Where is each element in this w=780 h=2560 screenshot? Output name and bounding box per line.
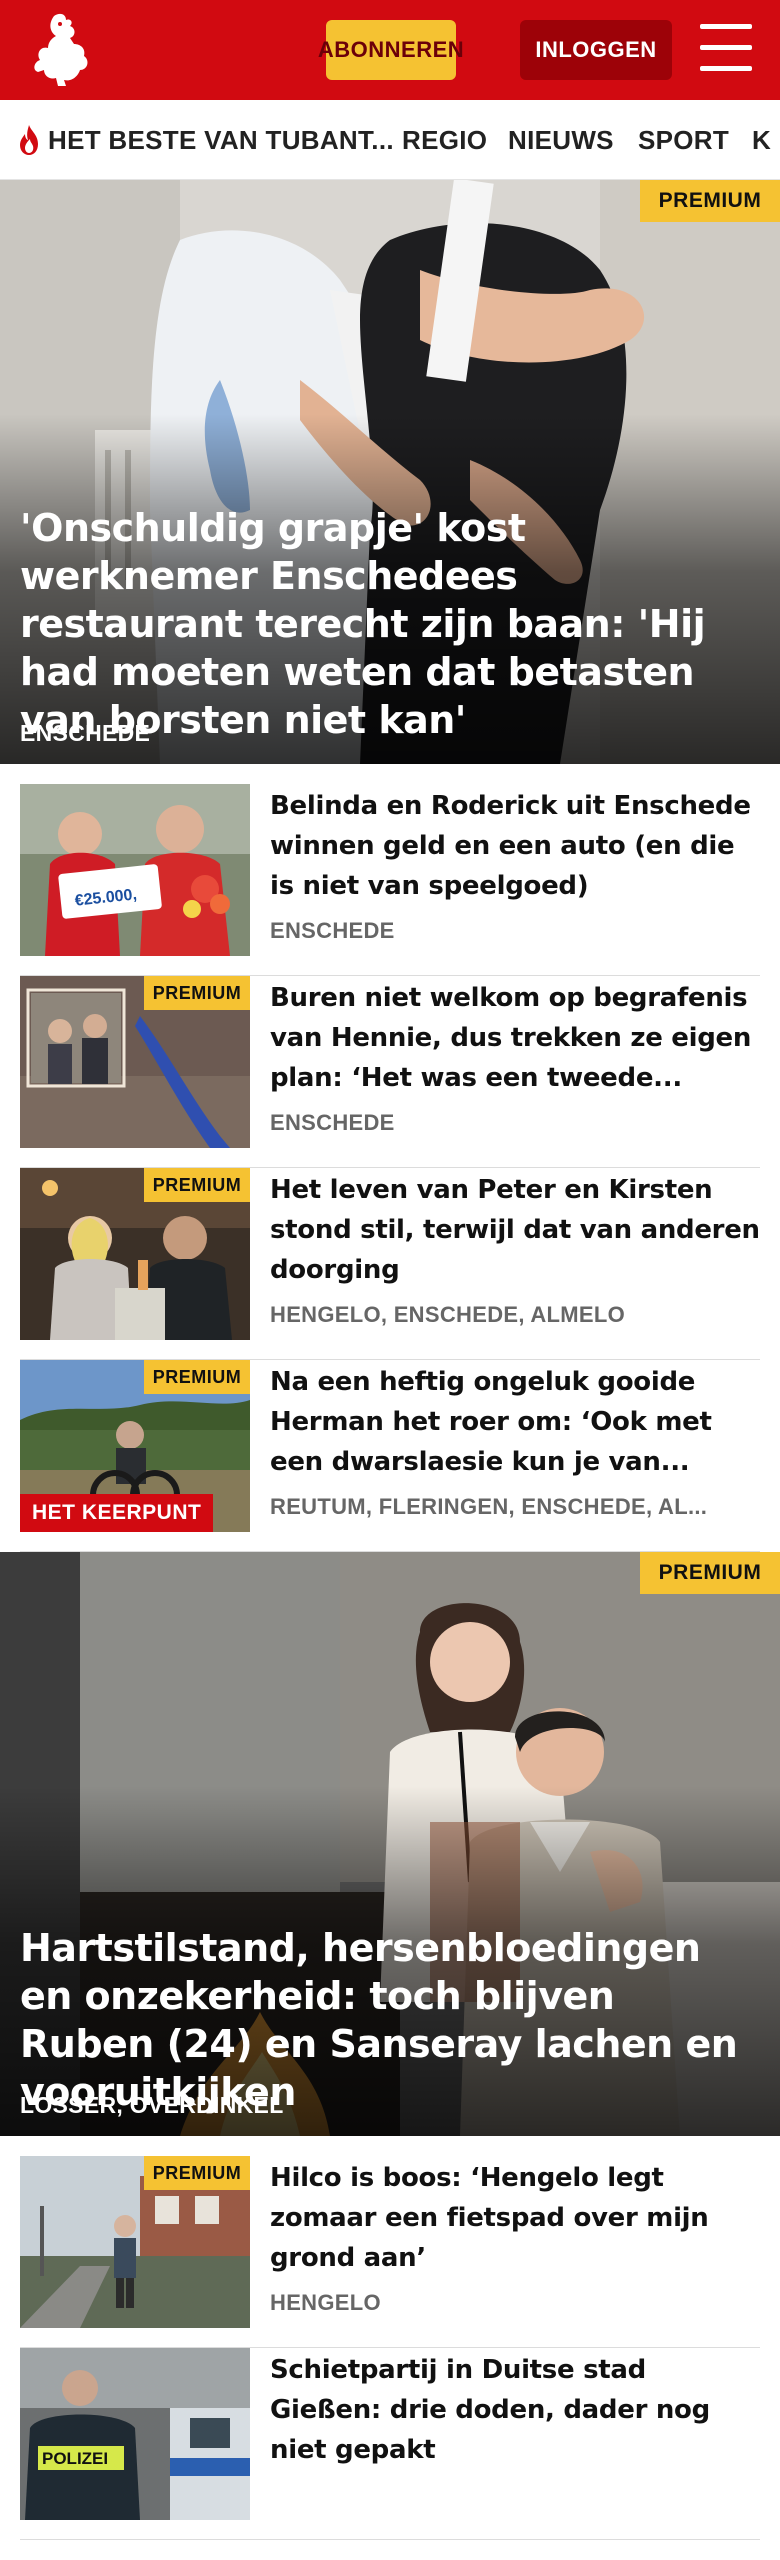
- list-item[interactable]: PREMIUM Hilco is boos: ‘Hengelo legt zom…: [20, 2156, 760, 2348]
- subscribe-button[interactable]: ABONNEREN: [318, 20, 464, 80]
- login-button[interactable]: INLOGGEN: [520, 20, 672, 80]
- article-location[interactable]: ENSCHEDE: [270, 1110, 760, 1136]
- section-nav: HET BESTE VAN TUBANT... REGIO NIEUWS SPO…: [0, 100, 780, 180]
- premium-badge: PREMIUM: [640, 1552, 780, 1594]
- nav-item-sport[interactable]: SPORT: [638, 100, 729, 179]
- premium-badge: PREMIUM: [144, 1168, 250, 1202]
- list-item[interactable]: PREMIUM Buren niet welkom op begrafenis …: [20, 976, 760, 1168]
- hamburger-menu-icon[interactable]: [700, 24, 752, 72]
- hero-location[interactable]: ENSCHEDE: [20, 720, 150, 747]
- hero-article[interactable]: PREMIUM Hartstilstand, hersenbloedingen …: [0, 1552, 780, 2136]
- article-title[interactable]: Hilco is boos: ‘Hengelo legt zomaar een …: [270, 2158, 760, 2278]
- article-location[interactable]: ENSCHEDE: [270, 918, 760, 944]
- hero-article[interactable]: PREMIUM 'Onschuldig grapje' kost werknem…: [0, 180, 780, 764]
- article-location[interactable]: HENGELO: [270, 2290, 760, 2316]
- article-thumbnail: PREMIUM: [20, 2156, 250, 2328]
- premium-badge: PREMIUM: [144, 1360, 250, 1394]
- list-item[interactable]: PREMIUM HET KEERPUNT Na een heftig ongel…: [20, 1360, 760, 1552]
- article-title[interactable]: Schietpartij in Duitse stad Gießen: drie…: [270, 2350, 760, 2470]
- hero-location[interactable]: LOSSER, OVERDINKEL: [20, 2092, 284, 2119]
- article-thumbnail: PREMIUM: [20, 1168, 250, 1340]
- thumbnail-caption: POLIZEI: [42, 2449, 108, 2468]
- article-thumbnail: PREMIUM HET KEERPUNT: [20, 1360, 250, 1532]
- article-location[interactable]: HENGELO, ENSCHEDE, ALMELO: [270, 1302, 760, 1328]
- article-thumbnail: €25.000,: [20, 784, 250, 956]
- article-location[interactable]: REUTUM, FLERINGEN, ENSCHEDE, AL...: [270, 1494, 760, 1520]
- premium-badge: PREMIUM: [144, 2156, 250, 2190]
- site-header: ABONNEREN INLOGGEN: [0, 0, 780, 100]
- article-title[interactable]: Het leven van Peter en Kirsten stond sti…: [270, 1170, 760, 1290]
- tubantia-logo-icon[interactable]: [20, 10, 102, 90]
- series-label: HET KEERPUNT: [20, 1494, 214, 1532]
- flame-icon: [20, 125, 38, 155]
- nav-item-more[interactable]: K: [752, 100, 771, 179]
- list-item[interactable]: PREMIUM Het leven van Peter en Kirsten s…: [20, 1168, 760, 1360]
- list-item[interactable]: €25.000, Belinda en Roderick uit Ensched…: [20, 784, 760, 976]
- nav-item-best-of[interactable]: HET BESTE VAN TUBANT...: [16, 100, 394, 179]
- hero-title[interactable]: 'Onschuldig grapje' kost werknemer Ensch…: [20, 504, 740, 744]
- hero-title[interactable]: Hartstilstand, hersenbloedingen en onzek…: [20, 1924, 740, 2116]
- article-title[interactable]: Na een heftig ongeluk gooide Herman het …: [270, 1362, 760, 1482]
- nav-item-nieuws[interactable]: NIEUWS: [508, 100, 614, 179]
- premium-badge: PREMIUM: [640, 180, 780, 222]
- article-title[interactable]: Buren niet welkom op begrafenis van Henn…: [270, 978, 760, 1098]
- list-item[interactable]: POLIZEI Schietpartij in Duitse stad Gieß…: [20, 2348, 760, 2540]
- nav-item-label: HET BESTE VAN TUBANT...: [48, 124, 394, 155]
- nav-item-regio[interactable]: REGIO: [402, 100, 487, 179]
- article-thumbnail: POLIZEI: [20, 2348, 250, 2520]
- premium-badge: PREMIUM: [144, 976, 250, 1010]
- article-thumbnail: PREMIUM: [20, 976, 250, 1148]
- article-title[interactable]: Belinda en Roderick uit Enschede winnen …: [270, 786, 760, 906]
